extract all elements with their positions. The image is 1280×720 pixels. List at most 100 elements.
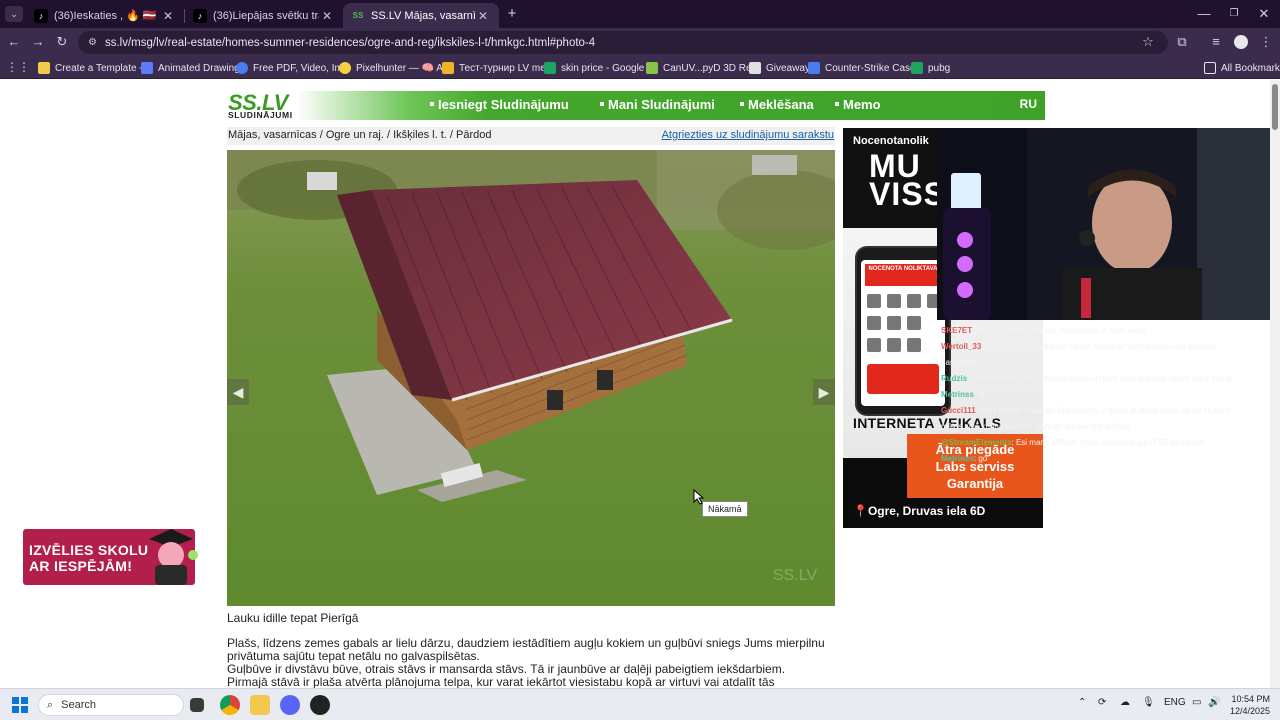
product-thumb (907, 316, 921, 330)
bookmark-star-icon[interactable]: ☆ (1140, 34, 1156, 50)
close-tab-icon[interactable]: ✕ (475, 9, 491, 23)
restore-icon[interactable]: ❐ (1226, 6, 1242, 22)
tiktok-icon: ♪ (34, 8, 48, 23)
chat-message: Metrinss: go (941, 454, 988, 463)
listing-title: Lauku idille tepat Pierīgā (227, 611, 359, 625)
bookmark-icon (38, 62, 50, 74)
bookmark-item[interactable]: Тест-турнир LV mei... (442, 60, 556, 76)
tab-ss-lv[interactable]: SS SS.LV Mājas, vasarnīcas - Ogre ✕ (343, 3, 499, 28)
tab-list-icon[interactable]: ≡ (1208, 34, 1224, 50)
file-explorer-icon[interactable] (250, 695, 270, 715)
bookmark-item[interactable]: skin price - Google i... (544, 60, 658, 76)
extensions-icon[interactable]: ⧉ (1174, 34, 1190, 50)
chat-message: paskatīties (941, 358, 980, 367)
phone-screen: NOCENOTA NOLIKTAVA (861, 260, 945, 406)
bookmark-item[interactable]: Counter-Strike Case... (808, 60, 924, 76)
ad-text: AR IESPĒJĀM! (29, 558, 133, 574)
bookmark-icon (442, 62, 454, 74)
tab-search-icon[interactable]: ⌄ (5, 6, 23, 22)
house-photo-image: SS.LV (227, 150, 835, 606)
product-thumb (907, 294, 921, 308)
profile-avatar-icon[interactable] (1234, 35, 1248, 49)
next-photo-arrow[interactable]: ▶ (813, 379, 835, 405)
product-thumb (907, 338, 921, 352)
browser-toolbar: ← → ↻ ⚙ ss.lv/msg/lv/real-estate/homes-s… (0, 28, 1280, 56)
browser-tab-strip: ⌄ ♪ (36)Ieskaties , 🔥 🇱🇻 kas mudin ✕ ♪ (… (0, 0, 1280, 28)
school-ad-banner[interactable]: IZVĒLIES SKOLU AR IESPĒJĀM! (23, 529, 198, 585)
windows-start-icon[interactable] (12, 697, 28, 713)
taskbar-search[interactable]: ⌕ Search (38, 694, 184, 716)
menu-icon[interactable]: ⋮ (1258, 34, 1274, 50)
language-ru-link[interactable]: RU (1020, 97, 1037, 111)
new-tab-icon[interactable]: + (504, 6, 520, 22)
mouse-cursor-icon (693, 489, 705, 505)
bookmark-icon (749, 62, 761, 74)
nav-search[interactable]: Meklēšana (740, 97, 814, 112)
scrollbar-thumb[interactable] (1272, 84, 1278, 130)
bookmarks-bar: ⋮⋮ Create a Template -... Animated Drawi… (0, 56, 1280, 79)
chat-message: mājas zale kurina kamīnu, saproto dārgāk… (941, 422, 1130, 431)
bookmark-item[interactable]: Pixelhunter — 🧠 A... (339, 60, 451, 76)
language-indicator[interactable]: ENG (1164, 697, 1186, 708)
bookmark-item[interactable]: CanUV...pyD 3D Re... (646, 60, 760, 76)
app-icon[interactable] (310, 695, 330, 715)
chat-message: Gucci111: laiks meklēt māju jau šitamoši… (941, 406, 1231, 415)
nav-my-ads[interactable]: Mani Sludinājumi (600, 97, 715, 112)
task-view-icon[interactable] (190, 698, 204, 712)
reload-icon[interactable]: ↻ (54, 34, 70, 50)
taskbar-clock[interactable]: 10:54 PM 12/4/2025 (1226, 693, 1270, 717)
tab-tiktok-2[interactable]: ♪ (36)Liepājas svētku tramvajs, 30 ✕ (185, 3, 343, 28)
tab-title: (36)Liepājas svētku tramvajs, 30 (213, 9, 319, 22)
tray-volume-icon[interactable]: 🔊 (1208, 697, 1220, 708)
address-bar[interactable]: ⚙ ss.lv/msg/lv/real-estate/homes-summer-… (78, 31, 1168, 54)
tray-sync-icon[interactable]: ⟳ (1098, 697, 1106, 708)
close-tab-icon[interactable]: ✕ (319, 9, 335, 23)
chat-message: Wertoll_33: fak vienkārši pārbaudīt vai … (941, 342, 1217, 351)
apps-grid-icon[interactable]: ⋮⋮ (6, 59, 30, 75)
bookmark-icon (339, 62, 351, 74)
page-scrollbar[interactable] (1270, 80, 1280, 688)
back-to-list-link[interactable]: Atgriezties uz sludinājumu sarakstu (662, 129, 834, 141)
webcam-feed-image (937, 128, 1270, 320)
web-page: SS.LV SLUDINĀJUMI Iesniegt Sludinājumu M… (0, 80, 1270, 688)
minimize-icon[interactable]: — (1196, 6, 1212, 22)
product-thumb (887, 294, 901, 308)
tab-title: (36)Ieskaties , 🔥 🇱🇻 kas mudin (54, 10, 160, 22)
prev-photo-arrow[interactable]: ◀ (227, 379, 249, 405)
ss-lv-logo[interactable]: SS.LV SLUDINĀJUMI (227, 90, 307, 120)
phone-banner (867, 364, 939, 394)
discord-icon[interactable] (280, 695, 300, 715)
ad-text: IZVĒLIES SKOLU (29, 542, 149, 558)
bookmark-icon (808, 62, 820, 74)
ss-lv-icon: SS (351, 8, 365, 23)
forward-icon[interactable]: → (30, 34, 46, 50)
tab-tiktok-1[interactable]: ♪ (36)Ieskaties , 🔥 🇱🇻 kas mudin ✕ (26, 3, 184, 28)
all-bookmarks[interactable]: All Bookmarks (1204, 60, 1280, 76)
nav-submit-ad[interactable]: Iesniegt Sludinājumu (430, 97, 569, 112)
bookmark-item[interactable]: Giveaway (749, 60, 810, 76)
site-info-icon[interactable]: ⚙ (88, 37, 97, 48)
bookmark-item[interactable]: Animated Drawings (141, 60, 245, 76)
listing-photo[interactable]: SS.LV ◀ ▶ (227, 150, 835, 606)
bookmark-item[interactable]: pubg (911, 60, 950, 76)
product-thumb (867, 294, 881, 308)
chrome-icon[interactable] (220, 695, 240, 715)
tray-network-icon[interactable]: ▭ (1192, 697, 1201, 708)
phone-label: NOCENOTA NOLIKTAVA (865, 264, 941, 286)
description-line: Pirmajā stāvā ir plaša atvērta plānojuma… (227, 675, 775, 689)
tray-chevron-icon[interactable]: ⌃ (1078, 697, 1086, 708)
close-window-icon[interactable]: ✕ (1256, 6, 1272, 22)
bookmark-icon (141, 62, 153, 74)
tray-mic-icon[interactable]: 🎙 (1142, 697, 1155, 708)
back-icon[interactable]: ← (6, 34, 22, 50)
nav-memo[interactable]: Memo (835, 97, 881, 112)
close-tab-icon[interactable]: ✕ (160, 9, 176, 23)
breadcrumb-row: Mājas, vasarnīcas / Ogre un raj. / Ikšķi… (227, 127, 835, 145)
chat-message: Rudzis: koka karkasa māja visadus pelēs … (941, 374, 1233, 383)
bookmark-icon (236, 62, 248, 74)
bookmark-item[interactable]: Free PDF, Video, Im... (236, 60, 351, 76)
bookmark-item[interactable]: Create a Template -... (38, 60, 151, 76)
product-thumb (887, 338, 901, 352)
tray-cloud-icon[interactable]: ☁ (1120, 697, 1130, 708)
breadcrumb[interactable]: Mājas, vasarnīcas / Ogre un raj. / Ikšķi… (228, 129, 492, 141)
